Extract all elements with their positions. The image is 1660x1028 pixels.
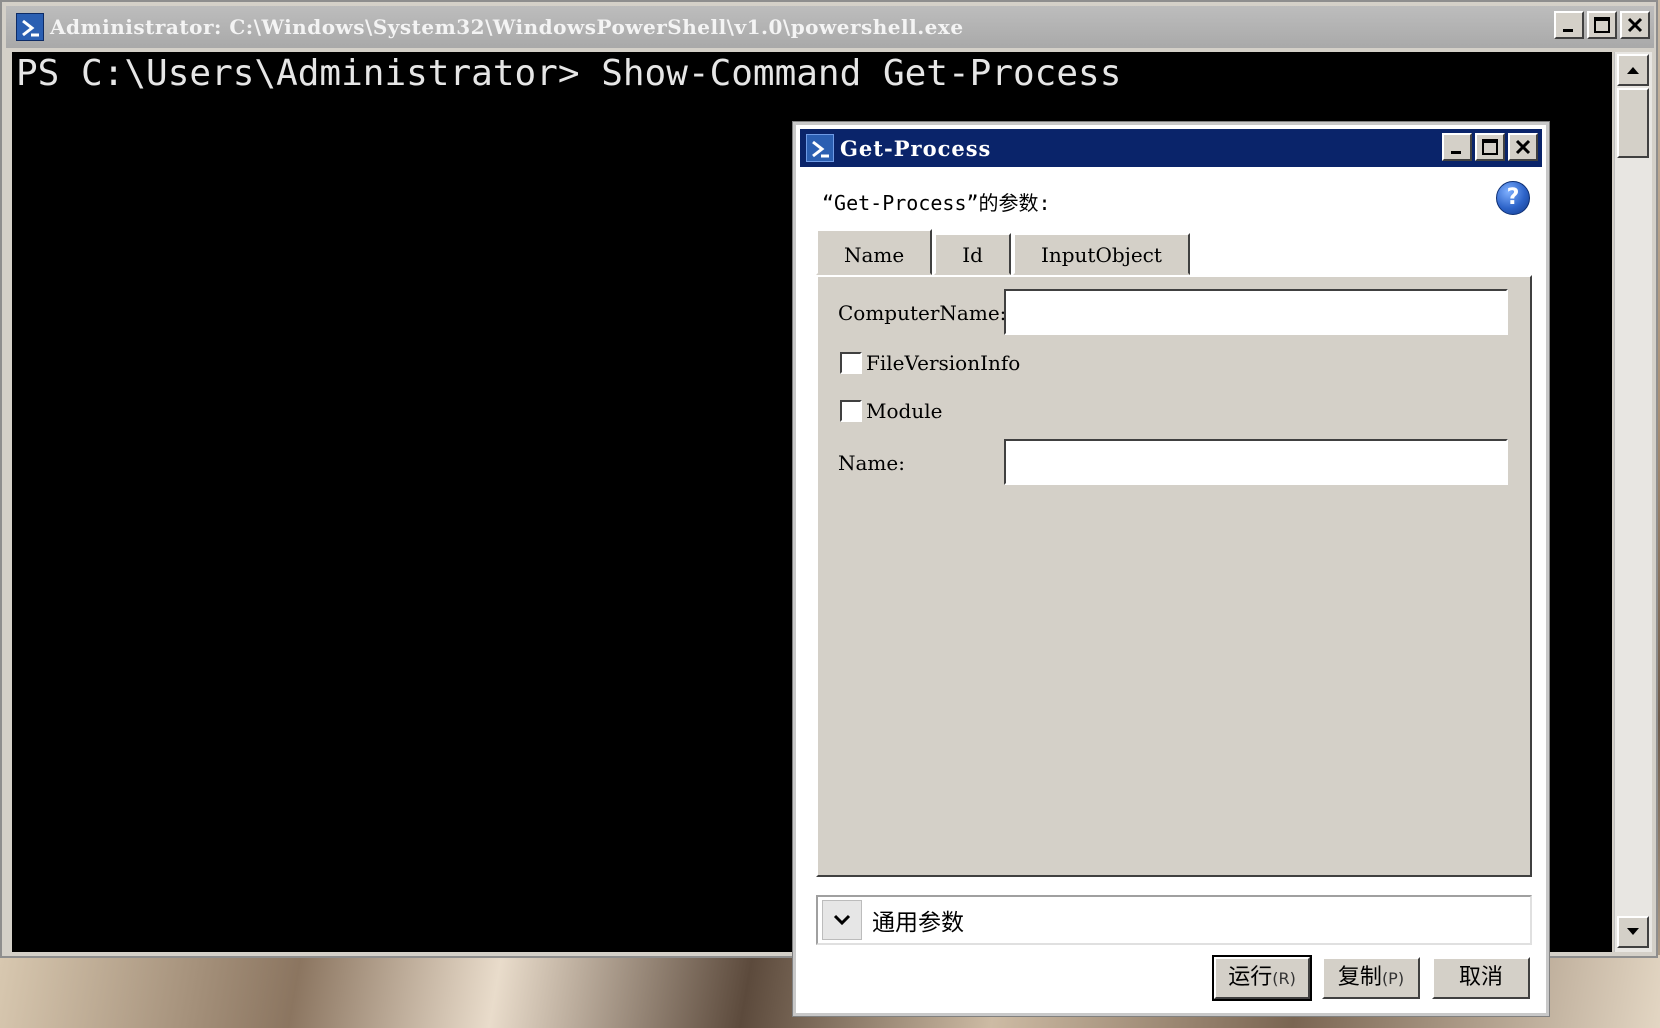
module-row: Module: [840, 399, 942, 423]
powershell-title: Administrator: C:\Windows\System32\Windo…: [50, 15, 964, 39]
close-icon: [1515, 139, 1531, 155]
name-input[interactable]: [1004, 439, 1508, 485]
console-scrollbar[interactable]: [1614, 52, 1652, 952]
tab-name[interactable]: Name: [816, 229, 933, 275]
name-label: Name:: [838, 451, 905, 475]
help-icon[interactable]: ?: [1496, 181, 1530, 215]
parameters-heading: “Get-Process”的参数:: [822, 191, 1051, 215]
dialog-title: Get-Process: [840, 135, 992, 161]
show-command-dialog: Get-Process “Get-Process”的参数: ? Name Id …: [793, 122, 1549, 1016]
scroll-down-button[interactable]: [1617, 916, 1649, 948]
copy-button[interactable]: 复制(P): [1322, 957, 1420, 999]
copy-button-hotkey: (P): [1381, 969, 1405, 988]
powershell-icon: [16, 13, 44, 41]
computername-label: ComputerName:: [838, 301, 1007, 325]
minimize-button[interactable]: [1554, 11, 1584, 39]
fileversioninfo-row: FileVersionInfo: [840, 351, 1020, 375]
close-button[interactable]: [1620, 11, 1650, 39]
dialog-close-button[interactable]: [1508, 133, 1538, 161]
chevron-down-icon[interactable]: [822, 900, 862, 940]
cancel-button[interactable]: 取消: [1432, 957, 1530, 999]
module-checkbox[interactable]: [840, 400, 862, 422]
tab-id[interactable]: Id: [934, 233, 1011, 275]
dialog-minimize-button[interactable]: [1442, 133, 1472, 161]
minimize-icon: [1563, 29, 1573, 32]
common-parameters-label: 通用参数: [872, 910, 964, 936]
dialog-titlebar[interactable]: Get-Process: [800, 129, 1542, 167]
maximize-icon: [1482, 139, 1498, 155]
run-button[interactable]: 运行(R): [1214, 957, 1310, 999]
scroll-up-button[interactable]: [1617, 54, 1649, 86]
fileversioninfo-checkbox[interactable]: [840, 352, 862, 374]
run-button-label: 运行: [1228, 965, 1273, 990]
scroll-down-icon: [1627, 928, 1639, 935]
maximize-button[interactable]: [1587, 11, 1617, 39]
computername-input[interactable]: [1004, 289, 1508, 335]
close-icon: [1627, 17, 1643, 33]
minimize-icon: [1451, 151, 1461, 154]
powershell-icon: [806, 134, 834, 162]
module-label: Module: [866, 399, 943, 423]
copy-button-label: 复制: [1337, 965, 1382, 990]
maximize-icon: [1594, 17, 1610, 33]
tab-panel-name: ComputerName: FileVersionInfo Module Nam…: [816, 275, 1532, 877]
fileversioninfo-label: FileVersionInfo: [866, 351, 1021, 375]
scroll-up-icon: [1627, 67, 1639, 74]
common-parameters-expander[interactable]: 通用参数: [816, 895, 1532, 945]
dialog-maximize-button[interactable]: [1475, 133, 1505, 161]
parameter-set-tabs: Name Id InputObject: [816, 229, 1192, 275]
run-button-hotkey: (R): [1272, 969, 1296, 988]
tab-inputobject[interactable]: InputObject: [1012, 233, 1190, 275]
scroll-thumb[interactable]: [1617, 88, 1649, 158]
console-command-line: PS C:\Users\Administrator> Show-Command …: [16, 53, 1122, 94]
powershell-titlebar[interactable]: Administrator: C:\Windows\System32\Windo…: [6, 6, 1654, 48]
